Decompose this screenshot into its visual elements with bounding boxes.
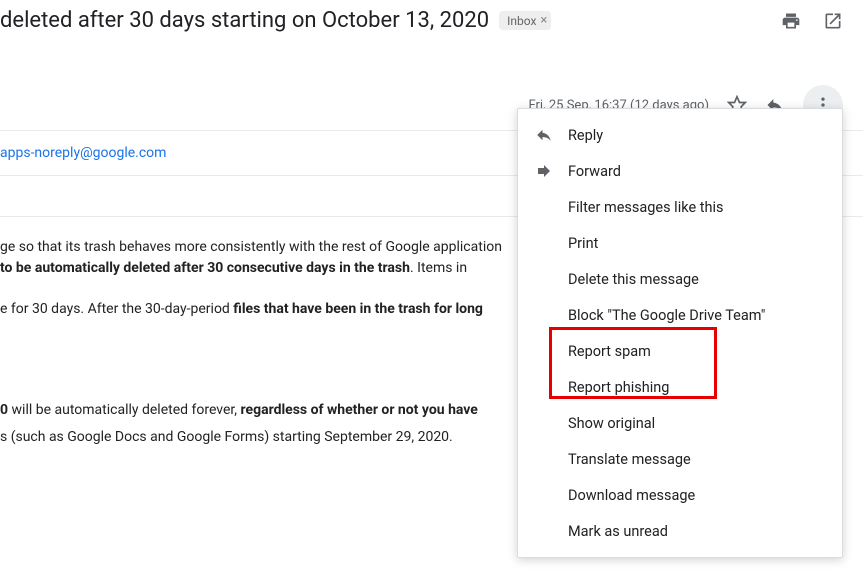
print-icon[interactable] bbox=[781, 11, 801, 31]
menu-label: Delete this message bbox=[568, 271, 699, 288]
menu-mark-unread[interactable]: Mark as unread bbox=[518, 513, 842, 549]
menu-label: Block "The Google Drive Team" bbox=[568, 307, 765, 324]
menu-label: Report phishing bbox=[568, 379, 669, 396]
menu-report-spam[interactable]: Report spam bbox=[518, 333, 842, 369]
menu-label: Translate message bbox=[568, 451, 691, 468]
inbox-label-chip[interactable]: Inbox × bbox=[499, 11, 551, 30]
menu-label: Report spam bbox=[568, 343, 651, 360]
menu-report-phishing[interactable]: Report phishing bbox=[518, 369, 842, 405]
menu-label: Mark as unread bbox=[568, 523, 668, 540]
menu-label: Show original bbox=[568, 415, 655, 432]
reply-arrow-icon bbox=[534, 125, 554, 145]
menu-label: Filter messages like this bbox=[568, 199, 723, 216]
email-header: deleted after 30 days starting on Octobe… bbox=[0, 0, 863, 41]
remove-label-icon[interactable]: × bbox=[540, 13, 547, 28]
more-options-menu: Reply Forward Filter messages like this … bbox=[517, 108, 843, 558]
menu-translate[interactable]: Translate message bbox=[518, 441, 842, 477]
menu-label: Download message bbox=[568, 487, 695, 504]
open-new-window-icon[interactable] bbox=[823, 11, 843, 31]
menu-block-sender[interactable]: Block "The Google Drive Team" bbox=[518, 297, 842, 333]
menu-label: Reply bbox=[568, 127, 603, 144]
menu-show-original[interactable]: Show original bbox=[518, 405, 842, 441]
menu-download-message[interactable]: Download message bbox=[518, 477, 842, 513]
forward-arrow-icon bbox=[534, 161, 554, 181]
header-actions bbox=[781, 11, 843, 31]
subject-area: deleted after 30 days starting on Octobe… bbox=[0, 8, 551, 33]
menu-label: Print bbox=[568, 235, 598, 252]
menu-delete-message[interactable]: Delete this message bbox=[518, 261, 842, 297]
menu-forward[interactable]: Forward bbox=[518, 153, 842, 189]
menu-print[interactable]: Print bbox=[518, 225, 842, 261]
label-text: Inbox bbox=[507, 14, 536, 28]
menu-reply[interactable]: Reply bbox=[518, 117, 842, 153]
menu-filter-messages[interactable]: Filter messages like this bbox=[518, 189, 842, 225]
email-subject: deleted after 30 days starting on Octobe… bbox=[0, 8, 489, 33]
menu-label: Forward bbox=[568, 163, 621, 180]
